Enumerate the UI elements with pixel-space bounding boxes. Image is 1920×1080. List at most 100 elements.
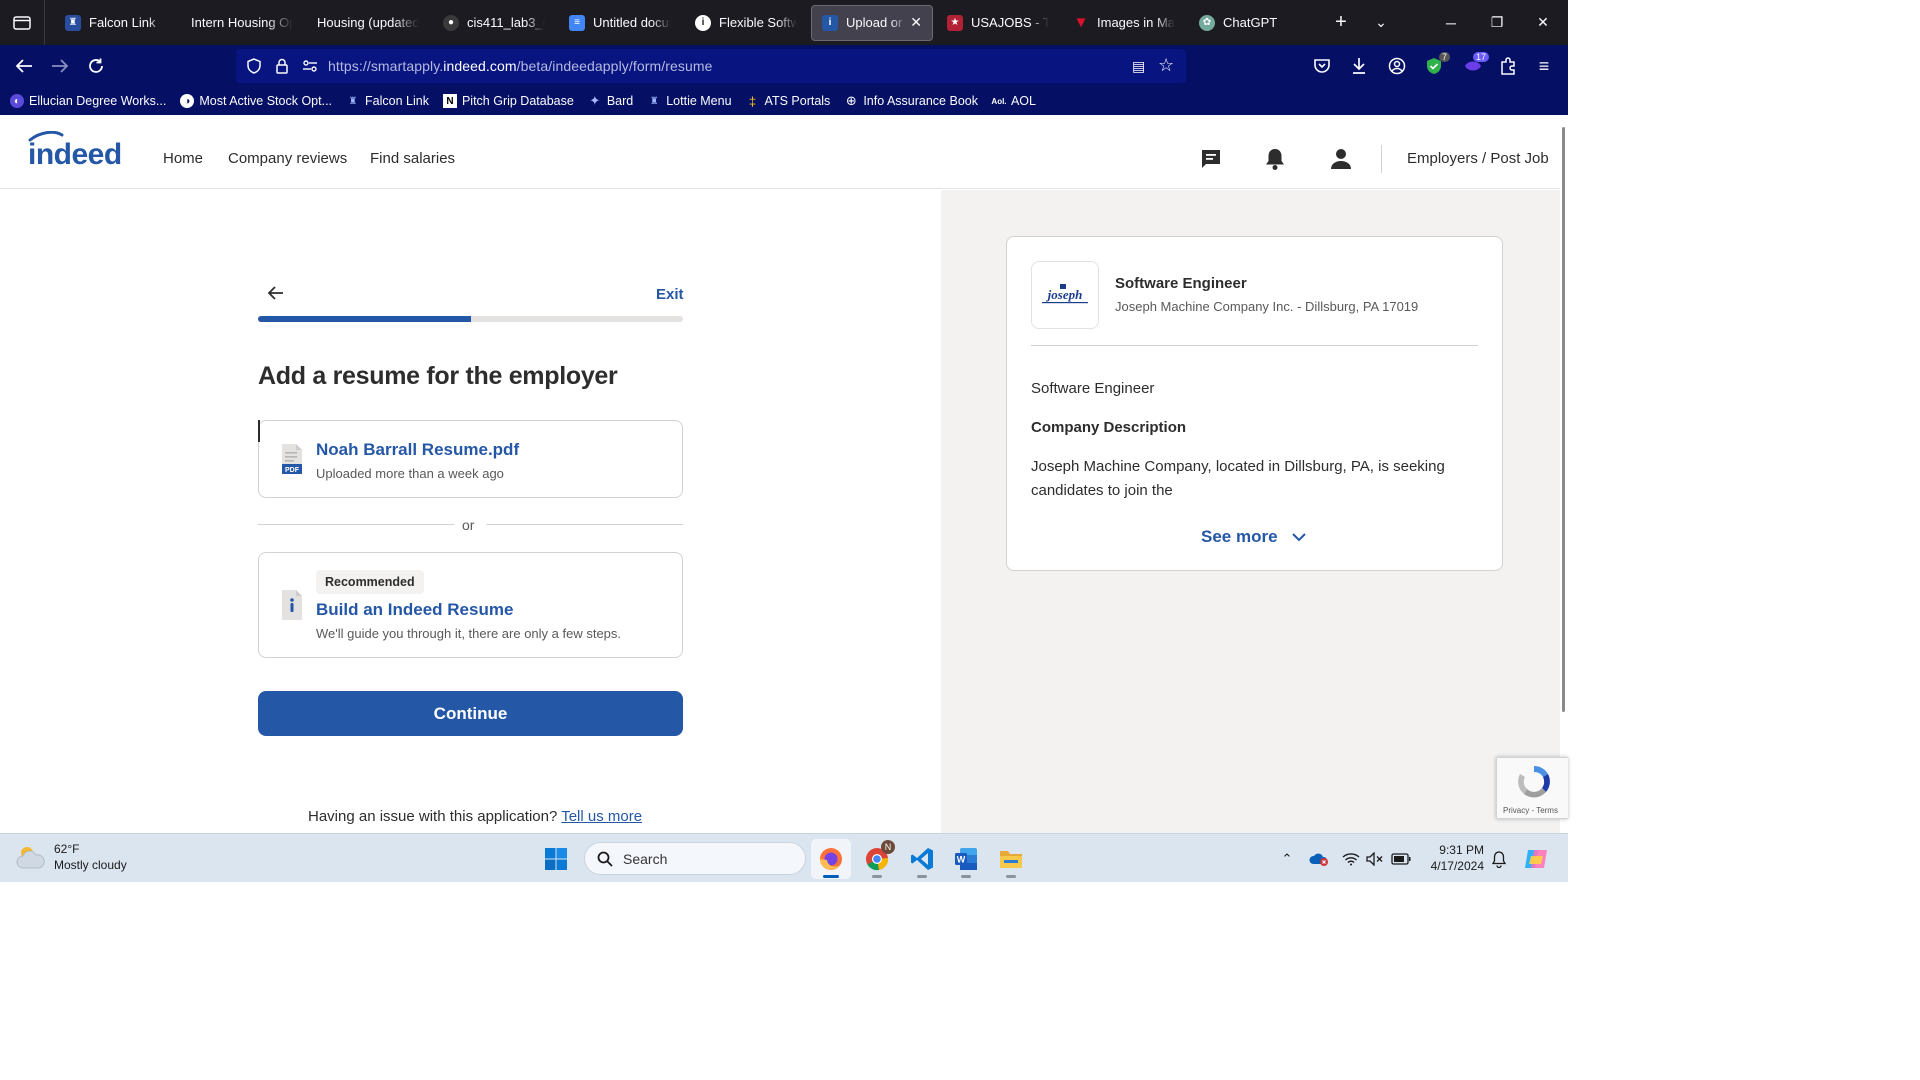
- continue-button[interactable]: Continue: [258, 691, 683, 736]
- tab-images-markdown[interactable]: ▼Images in Mark: [1063, 5, 1185, 41]
- notification-bell-icon[interactable]: [1488, 848, 1510, 870]
- taskbar-firefox[interactable]: [811, 839, 851, 879]
- company-description-text: Joseph Machine Company, located in Dills…: [1031, 458, 1445, 499]
- url-bar[interactable]: https://smartapply.indeed.com/beta/indee…: [236, 49, 1186, 83]
- stock-icon: ◑: [180, 94, 195, 108]
- tab-intern-housing[interactable]: Intern Housing Opp: [181, 5, 303, 41]
- bookmark-star-icon[interactable]: ☆: [1158, 55, 1174, 76]
- show-hidden-icons-chevron[interactable]: ⌃: [1276, 848, 1298, 870]
- globe-icon: ⊕: [845, 93, 857, 108]
- taskbar-file-explorer[interactable]: [991, 839, 1031, 879]
- bookmark-bard[interactable]: ✦ Bard: [588, 93, 633, 108]
- lock-icon[interactable]: [272, 58, 292, 74]
- minimize-icon[interactable]: ─: [1428, 0, 1474, 45]
- close-tab-icon[interactable]: ✕: [910, 14, 922, 31]
- extension-badge: 17: [1472, 52, 1489, 62]
- taskbar-chrome[interactable]: N: [857, 839, 897, 879]
- reload-icon[interactable]: [78, 48, 114, 84]
- new-tab-plus-icon[interactable]: +: [1321, 0, 1361, 45]
- tell-us-more-link[interactable]: Tell us more: [561, 808, 642, 825]
- restore-icon[interactable]: ❐: [1474, 0, 1520, 45]
- pdf-file-icon: PDF: [281, 443, 303, 480]
- company-description-heading: Company Description: [1031, 419, 1187, 436]
- job-body-title: Software Engineer: [1031, 380, 1155, 397]
- bookmark-stock-options[interactable]: ◑ Most Active Stock Opt...: [180, 94, 332, 108]
- bookmark-info-assurance[interactable]: ⊕ Info Assurance Book: [844, 93, 978, 108]
- taskbar-search[interactable]: Search: [584, 842, 806, 875]
- build-indeed-resume-card[interactable]: Recommended Build an Indeed Resume We'll…: [258, 552, 683, 658]
- uploaded-resume-card[interactable]: PDF Noah Barrall Resume.pdf Uploaded mor…: [258, 420, 683, 498]
- tab-list-icon[interactable]: [0, 0, 44, 45]
- clock-time: 9:31 PM: [1439, 843, 1484, 857]
- site-header: indeed Home Company reviews Find salarie…: [0, 115, 1560, 189]
- reader-view-icon[interactable]: ▤: [1132, 58, 1145, 75]
- recaptcha-badge[interactable]: Privacy - Terms: [1496, 757, 1568, 819]
- resume-file-name[interactable]: Noah Barrall Resume.pdf: [316, 440, 519, 460]
- downloads-icon[interactable]: [1341, 48, 1377, 84]
- taskbar-word[interactable]: W: [946, 839, 986, 879]
- see-more-button[interactable]: See more: [1201, 527, 1306, 547]
- indeed-logo[interactable]: indeed: [28, 130, 138, 172]
- scrollbar-thumb[interactable]: [1562, 127, 1565, 712]
- nav-home[interactable]: Home: [163, 150, 203, 167]
- bookmark-pitch-grip[interactable]: N Pitch Grip Database: [442, 94, 574, 108]
- extension-purple-icon[interactable]: 17: [1455, 48, 1491, 84]
- build-resume-title[interactable]: Build an Indeed Resume: [316, 600, 513, 620]
- shield-icon[interactable]: [244, 58, 264, 74]
- bookmark-ellucian[interactable]: ◐ Ellucian Degree Works...: [10, 94, 166, 108]
- folder-icon: [1000, 851, 1022, 868]
- nav-company-reviews[interactable]: Company reviews: [228, 150, 347, 167]
- employers-post-job-link[interactable]: Employers / Post Job: [1407, 150, 1549, 167]
- start-button[interactable]: [536, 839, 576, 879]
- forward-icon[interactable]: [42, 48, 78, 84]
- bookmark-aol[interactable]: Aol. AOL: [991, 94, 1036, 108]
- battery-icon[interactable]: [1390, 848, 1412, 870]
- tab-github-repo[interactable]: ●cis411_lab3_uiu: [433, 5, 555, 41]
- tab-chatgpt[interactable]: ✿ ChatGPT: [1189, 5, 1311, 41]
- search-placeholder: Search: [623, 850, 668, 867]
- messages-icon[interactable]: [1197, 145, 1225, 173]
- back-arrow-icon[interactable]: [266, 283, 288, 303]
- onedrive-error-icon[interactable]: [1308, 848, 1330, 870]
- weather-temp: 62°F: [54, 842, 80, 856]
- bookmark-ats-portals[interactable]: ‡ ATS Portals: [746, 94, 830, 109]
- profile-person-icon[interactable]: [1327, 145, 1355, 173]
- tab-indeed-upload[interactable]: iUpload or bu✕: [811, 4, 933, 41]
- weather-widget[interactable]: 62°F Mostly cloudy: [16, 841, 127, 873]
- window-close-icon[interactable]: ✕: [1520, 0, 1566, 45]
- recaptcha-privacy-terms[interactable]: Privacy - Terms: [1503, 806, 1558, 815]
- chrome-profile-badge: N: [881, 840, 895, 854]
- github-icon: ●: [443, 14, 459, 31]
- or-separator: or: [462, 517, 475, 533]
- app-menu-icon[interactable]: ≡: [1526, 48, 1562, 84]
- wifi-icon[interactable]: [1340, 848, 1362, 870]
- tab-flexible-software[interactable]: iFlexible Softwa: [685, 5, 807, 41]
- extensions-puzzle-icon[interactable]: [1490, 48, 1526, 84]
- volume-muted-icon[interactable]: [1364, 848, 1386, 870]
- extension-shield-icon[interactable]: 7: [1416, 48, 1452, 84]
- account-icon[interactable]: [1379, 48, 1415, 84]
- pocket-icon[interactable]: [1304, 48, 1340, 84]
- job-company-location: Joseph Machine Company Inc. - Dillsburg,…: [1115, 299, 1419, 314]
- tab-untitled-doc[interactable]: ≡Untitled docum: [559, 5, 681, 41]
- tab-falcon-link[interactable]: ♜ Falcon Link: [55, 5, 177, 41]
- tab-housing-updated[interactable]: Housing (updated 4: [307, 5, 429, 41]
- focus-caret: [258, 420, 260, 442]
- copilot-icon[interactable]: [1522, 845, 1550, 873]
- url-text[interactable]: https://smartapply.indeed.com/beta/indee…: [328, 58, 713, 74]
- back-icon[interactable]: [6, 48, 42, 84]
- aol-icon: Aol.: [991, 96, 1007, 106]
- permissions-icon[interactable]: [300, 59, 320, 73]
- notifications-bell-icon[interactable]: [1261, 145, 1289, 173]
- nav-find-salaries[interactable]: Find salaries: [370, 150, 455, 167]
- exit-link[interactable]: Exit: [656, 286, 684, 303]
- list-all-tabs-chevron-icon[interactable]: ⌄: [1361, 0, 1401, 45]
- taskbar-vscode[interactable]: [902, 839, 942, 879]
- bookmark-falcon-link[interactable]: ♜ Falcon Link: [346, 94, 429, 108]
- navigation-toolbar: https://smartapply.indeed.com/beta/indee…: [0, 45, 1568, 87]
- bookmark-lottie-menu[interactable]: ♜ Lottie Menu: [647, 94, 732, 108]
- tab-usajobs[interactable]: ★USAJOBS - The: [937, 5, 1059, 41]
- page-scrollbar[interactable]: [1560, 115, 1568, 833]
- cloudy-weather-icon: [16, 847, 45, 869]
- system-clock[interactable]: 9:31 PM 4/17/2024: [1424, 842, 1484, 874]
